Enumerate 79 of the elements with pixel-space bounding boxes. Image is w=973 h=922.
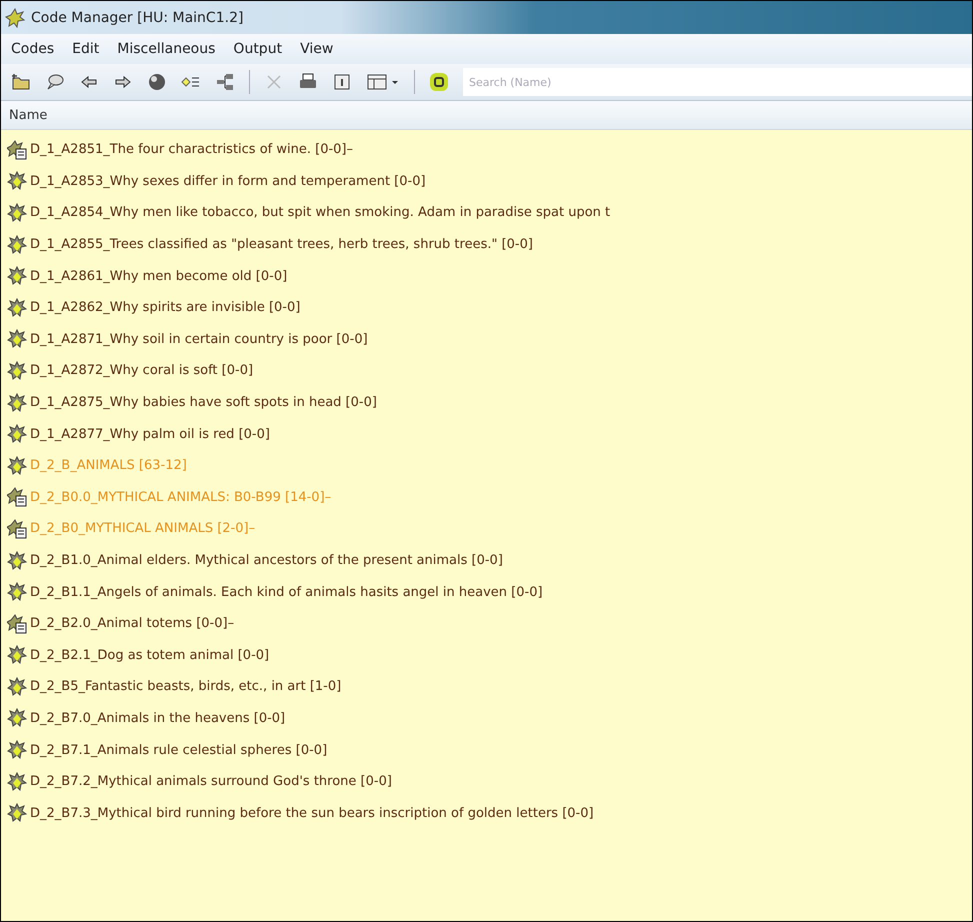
code-row[interactable]: D_1_A2872_Why coral is soft [0-0] [1, 355, 972, 387]
code-row[interactable]: D_1_A2875_Why babies have soft spots in head [0-0] [1, 386, 972, 418]
star-icon [7, 360, 27, 381]
star-icon [7, 234, 27, 255]
menu-item[interactable]: Output [233, 41, 282, 57]
window-dropdown-icon[interactable] [366, 72, 400, 92]
star-icon [7, 550, 27, 571]
code-row[interactable]: D_2_B1.0_Animal elders. Mythical ancestors of the present animals [0-0] [1, 544, 972, 576]
star-icon [7, 676, 27, 697]
star-icon [7, 772, 27, 792]
code-name: D_2_B1.1_Angels of animals. Each kind of animals hasits angel in heaven [0-0] [30, 584, 543, 600]
code-name: D_2_B7.1_Animals rule celestial spheres [0-0] [30, 742, 328, 758]
star-icon [7, 202, 27, 223]
code-name: D_1_A2854_Why men like tobacco, but spit when smoking. Adam in paradise spat upon t [30, 205, 610, 220]
code-name: D_1_A2862_Why spirits are invisible [0-0] [30, 300, 300, 316]
star-icon [7, 456, 27, 476]
star-icon [7, 171, 27, 192]
search-field[interactable]: Search (Name) [463, 68, 972, 96]
code-row[interactable]: D_2_B2.0_Animal totems [0-0]– [1, 608, 972, 640]
code-name: D_2_B_ANIMALS [63-12] [30, 458, 187, 474]
star-icon [7, 740, 27, 760]
sphere-icon[interactable] [147, 72, 167, 92]
menu-item[interactable]: Miscellaneous [117, 41, 216, 57]
code-name: D_2_B0_MYTHICAL ANIMALS [2-0]– [30, 521, 256, 536]
star-document-icon [7, 140, 27, 160]
code-name: D_2_B1.0_Animal elders. Mythical ancestors of the present animals [0-0] [30, 553, 503, 568]
code-row[interactable]: D_1_A2854_Why men like tobacco, but spit when smoking. Adam in paradise spat upon t [1, 197, 972, 229]
window-title: Code Manager [HU: MainC1.2] [31, 10, 244, 26]
star-icon [7, 645, 27, 666]
code-row[interactable]: D_2_B2.1_Dog as totem animal [0-0] [1, 640, 972, 672]
code-row[interactable]: D_2_B7.1_Animals rule celestial spheres [0-0] [1, 734, 972, 766]
star-icon [7, 803, 27, 824]
folder-icon[interactable] [11, 72, 31, 92]
speech-bubble-icon[interactable] [45, 72, 65, 92]
code-name: D_1_A2871_Why soil in certain country is poor [0-0] [30, 332, 368, 347]
code-name: D_2_B2.0_Animal totems [0-0]– [30, 616, 234, 632]
menu-item[interactable]: Codes [11, 41, 54, 57]
code-name: D_1_A2875_Why babies have soft spots in head [0-0] [30, 395, 377, 410]
star-icon [7, 329, 27, 350]
info-panel-icon[interactable] [332, 72, 352, 92]
code-row[interactable]: D_2_B7.2_Mythical animals surround God's throne [0-0] [1, 766, 972, 798]
star-icon [7, 298, 27, 318]
code-name: D_2_B2.1_Dog as totem animal [0-0] [30, 648, 270, 663]
menu-item[interactable]: Edit [72, 41, 100, 57]
code-row[interactable]: D_1_A2851_The four charactristics of wine. [0-0]– [1, 134, 972, 166]
code-name: D_1_A2861_Why men become old [0-0] [30, 268, 288, 284]
code-row[interactable]: D_2_B5_Fantastic beasts, birds, etc., in art [1-0] [1, 671, 972, 703]
code-name: D_1_A2853_Why sexes differ in form and temperament [0-0] [30, 174, 426, 189]
code-row[interactable]: D_1_A2853_Why sexes differ in form and temperament [0-0] [1, 166, 972, 198]
star-document-icon [7, 487, 27, 508]
code-name: D_2_B0.0_MYTHICAL ANIMALS: B0-B99 [14-0]– [30, 490, 332, 505]
tree-icon[interactable] [215, 72, 235, 92]
code-row[interactable]: D_2_B7.3_Mythical bird running before the sun bears inscription of golden letters [0-0] [1, 797, 972, 830]
code-row[interactable]: D_1_A2861_Why men become old [0-0] [1, 260, 972, 292]
code-name: D_2_B7.0_Animals in the heavens [0-0] [30, 710, 286, 726]
code-name: D_2_B7.2_Mythical animals surround God's throne [0-0] [30, 774, 392, 790]
star-icon [7, 708, 27, 728]
column-header[interactable]: Name [1, 101, 972, 130]
star-icon [5, 8, 25, 28]
star-document-icon [7, 518, 27, 539]
code-name: D_1_A2855_Trees classified as "pleasant trees, herb trees, shrub trees." [0-0] [30, 237, 533, 252]
code-name: D_2_B7.3_Mythical bird running before the sun bears inscription of golden letters [0-0] [30, 806, 594, 821]
star-icon [7, 392, 27, 413]
code-row[interactable]: D_2_B7.0_Animals in the heavens [0-0] [1, 702, 972, 734]
star-icon [7, 582, 27, 602]
code-row[interactable]: D_2_B1.1_Angels of animals. Each kind of animals hasits angel in heaven [0-0] [1, 576, 972, 608]
code-name: D_1_A2851_The four charactristics of wine. [0-0]– [30, 142, 354, 158]
code-row[interactable]: D_1_A2877_Why palm oil is red [0-0] [1, 418, 972, 450]
code-name: D_1_A2877_Why palm oil is red [0-0] [30, 426, 270, 442]
code-row[interactable]: D_1_A2862_Why spirits are invisible [0-0] [1, 292, 972, 324]
code-name: D_2_B5_Fantastic beasts, birds, etc., in art [1-0] [30, 679, 342, 694]
code-row[interactable]: D_1_A2855_Trees classified as "pleasant trees, herb trees, shrub trees." [0-0] [1, 228, 972, 260]
star-icon [7, 266, 27, 286]
code-row[interactable]: D_1_A2871_Why soil in certain country is poor [0-0] [1, 324, 972, 356]
star-document-icon [7, 614, 27, 634]
star-icon [7, 424, 27, 444]
code-name: D_1_A2872_Why coral is soft [0-0] [30, 363, 254, 378]
menu-item[interactable]: View [300, 41, 334, 57]
search-scope-icon[interactable] [429, 72, 449, 92]
